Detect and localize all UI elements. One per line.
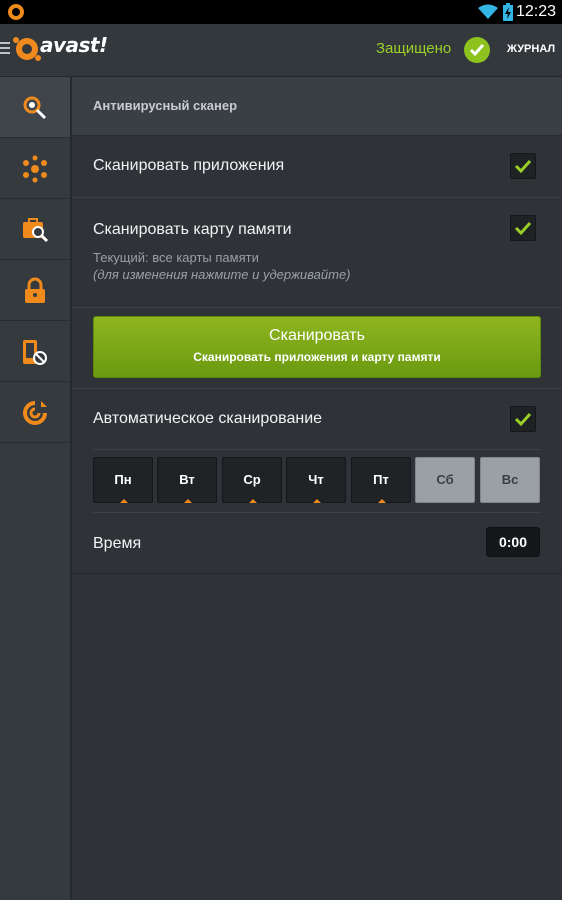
card-hint-text: (для изменения нажмите и удерживайте) <box>93 267 351 282</box>
antivirus-scan-icon <box>23 96 47 120</box>
day-button-wed[interactable]: Ср <box>222 457 282 503</box>
scan-apps-label: Сканировать приложения <box>93 157 285 174</box>
antivirus-panel: Антивирусный сканер Сканировать приложен… <box>72 77 562 900</box>
firewall-icon <box>23 401 47 425</box>
sidebar-item-app-locker[interactable] <box>0 260 70 321</box>
day-button-tue[interactable]: Вт <box>157 457 217 503</box>
time-label: Время <box>93 535 142 552</box>
day-button-sat[interactable]: Сб <box>415 457 475 503</box>
lock-icon <box>25 277 45 303</box>
sidebar-item-privacy[interactable] <box>0 199 70 260</box>
sidebar-item-antivirus[interactable] <box>0 77 70 138</box>
sidebar-item-firewall[interactable] <box>0 382 70 443</box>
day-button-fri[interactable]: Пт <box>351 457 411 503</box>
day-button-sun[interactable]: Вс <box>480 457 540 503</box>
scan-card-row[interactable]: Сканировать карту памяти Текущий: все ка… <box>72 198 562 308</box>
auto-scan-label: Автоматическое сканирование <box>93 410 323 427</box>
checkmark-icon <box>514 412 532 427</box>
phone-block-icon <box>23 340 47 365</box>
avast-logo[interactable]: avast! <box>12 33 108 64</box>
time-picker-button[interactable]: 0:00 <box>486 527 540 557</box>
checkmark-icon <box>514 221 532 236</box>
wifi-icon <box>478 4 498 19</box>
section-header: Антивирусный сканер <box>72 77 562 136</box>
logo-text: avast! <box>40 33 108 57</box>
sidebar-item-network[interactable] <box>0 138 70 199</box>
weekday-selector: Пн Вт Ср Чт Пт Сб Вс <box>93 449 541 513</box>
scan-apps-checkbox[interactable] <box>510 153 536 179</box>
checkmark-icon <box>514 159 532 174</box>
protected-status-label: Защищено <box>376 40 452 57</box>
journal-button[interactable]: ЖУРНАЛ <box>507 43 555 55</box>
scan-card-label: Сканировать карту памяти <box>93 221 292 238</box>
card-current-text: Текущий: все карты памяти <box>93 250 259 265</box>
status-bar: 12:23 <box>0 0 562 24</box>
scan-button-title: Сканировать <box>269 327 365 344</box>
protected-check-icon <box>464 37 490 63</box>
auto-scan-row[interactable]: Автоматическое сканирование <box>72 389 562 449</box>
network-meter-icon <box>23 155 47 183</box>
scan-button-subtitle: Сканировать приложения и карту памяти <box>193 350 441 364</box>
action-bar: avast! Защищено ЖУРНАЛ <box>0 24 562 77</box>
scan-card-checkbox[interactable] <box>510 215 536 241</box>
avast-logo-icon <box>13 37 41 61</box>
day-button-thu[interactable]: Чт <box>286 457 346 503</box>
sidebar-item-anti-theft[interactable] <box>0 321 70 382</box>
menu-icon[interactable] <box>0 42 10 57</box>
day-button-mon[interactable]: Пн <box>93 457 153 503</box>
scan-apps-row[interactable]: Сканировать приложения <box>72 136 562 198</box>
section-title: Антивирусный сканер <box>93 98 238 113</box>
avast-notification-icon <box>8 4 24 20</box>
privacy-advisor-icon <box>23 218 49 243</box>
time-row[interactable]: Время 0:00 <box>72 513 562 574</box>
battery-icon <box>503 3 513 21</box>
scan-button-row: Сканировать Сканировать приложения и кар… <box>72 308 562 389</box>
scan-button[interactable]: Сканировать Сканировать приложения и кар… <box>93 316 541 378</box>
sidebar <box>0 77 72 900</box>
clock: 12:23 <box>515 3 556 20</box>
auto-scan-checkbox[interactable] <box>510 406 536 432</box>
